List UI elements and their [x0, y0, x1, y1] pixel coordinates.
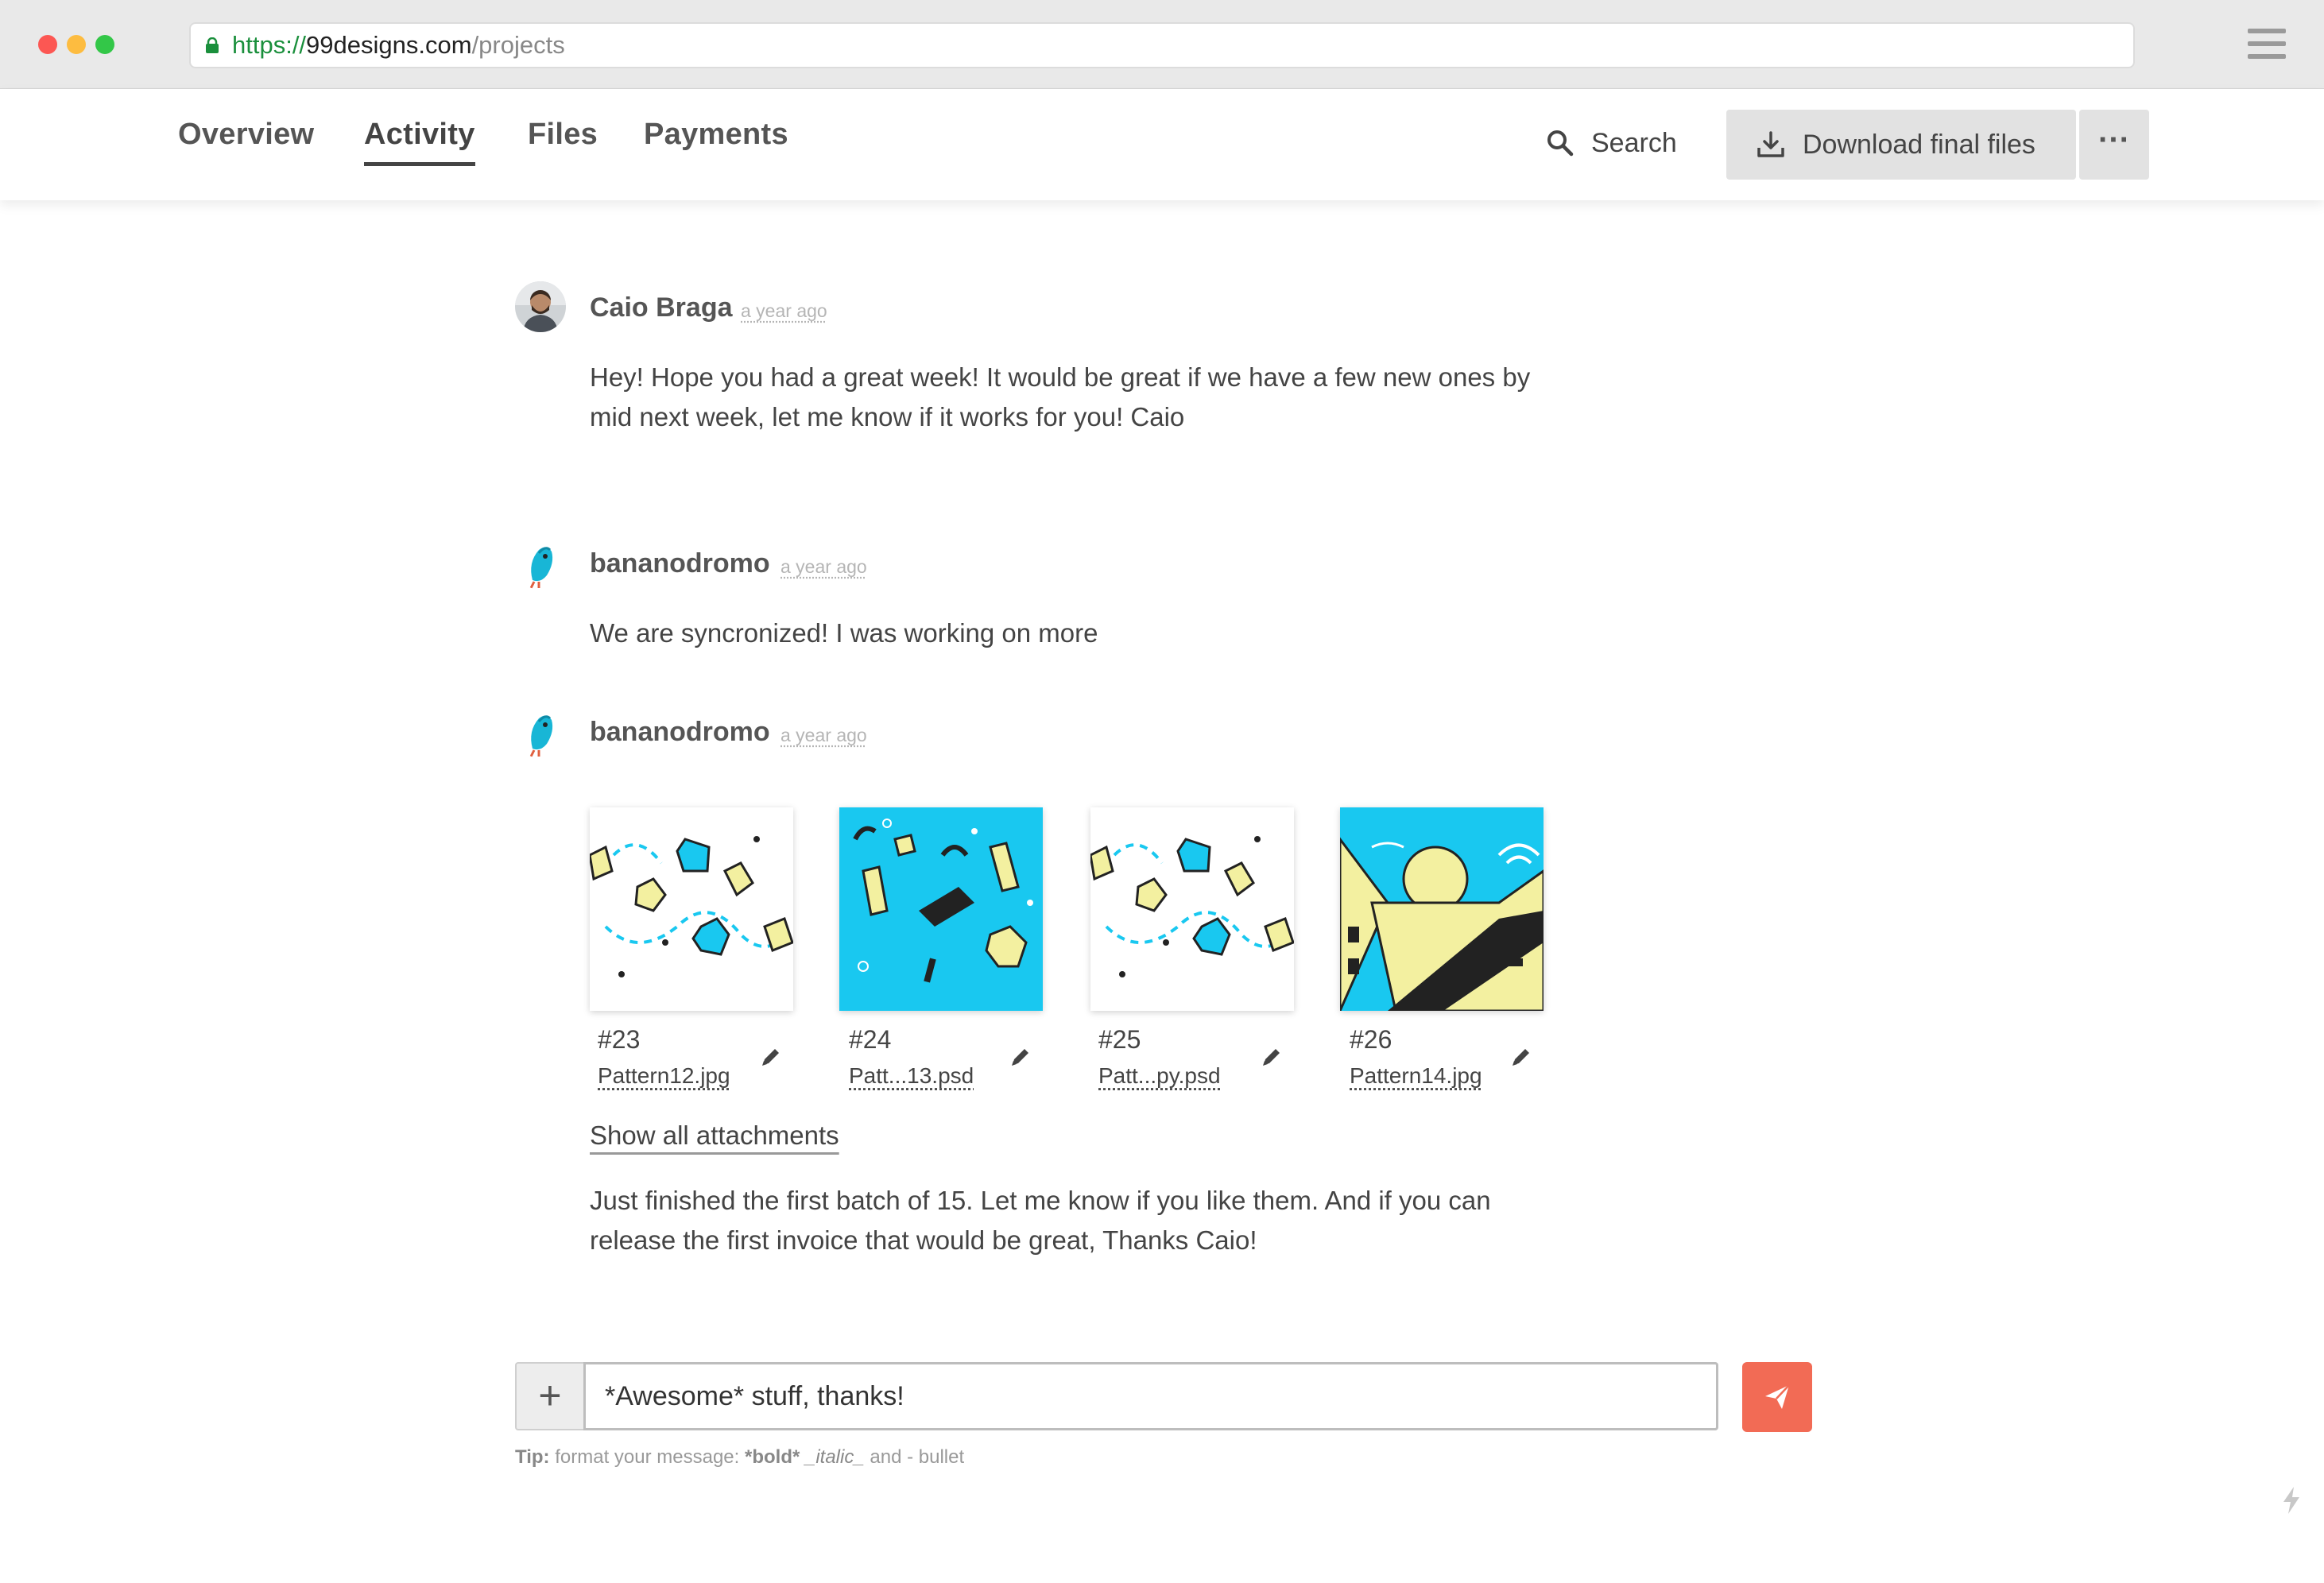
send-button[interactable]: [1742, 1362, 1812, 1432]
attachment-filename[interactable]: Patt...py.psd: [1098, 1063, 1221, 1089]
tip-text: format your message:: [549, 1446, 745, 1468]
attachment-thumbnail[interactable]: [1090, 807, 1294, 1011]
attachment-filename[interactable]: Patt...13.psd: [849, 1063, 974, 1089]
tip-italic-example: _italic_: [804, 1446, 865, 1468]
attachment-number: #24: [849, 1025, 892, 1054]
send-icon: [1765, 1384, 1790, 1409]
window-close-button[interactable]: [38, 35, 57, 54]
attachment-thumbnail[interactable]: [839, 807, 1043, 1011]
tab-files[interactable]: Files: [528, 118, 598, 152]
attachment-thumbnail[interactable]: [590, 807, 793, 1011]
bolt-icon[interactable]: [2281, 1486, 2302, 1515]
url-scheme: https://: [232, 31, 307, 59]
show-all-attachments-link[interactable]: Show all attachments: [590, 1120, 839, 1151]
search-label: Search: [1591, 128, 1677, 158]
message-text: Just finished the first batch of 15. Let…: [590, 1186, 1491, 1255]
attachment-number: #25: [1098, 1025, 1141, 1054]
formatting-tip: Tip: format your message: *bold* _italic…: [515, 1446, 964, 1469]
edit-icon[interactable]: [1510, 1046, 1532, 1068]
hamburger-icon[interactable]: [2248, 29, 2286, 60]
attachment-number: #23: [598, 1025, 641, 1054]
attachment-number: #26: [1350, 1025, 1392, 1054]
message-author[interactable]: bananodromo: [590, 717, 770, 748]
message-author[interactable]: Caio Braga: [590, 292, 733, 323]
plus-icon: +: [538, 1373, 562, 1418]
edit-icon[interactable]: [760, 1046, 782, 1068]
edit-icon[interactable]: [1261, 1046, 1283, 1068]
lock-icon: [206, 37, 219, 53]
address-bar[interactable]: https://99designs.com/projects: [189, 22, 2135, 68]
message-text: We are syncronized! I was working on mor…: [590, 618, 1098, 648]
message-timestamp[interactable]: a year ago: [741, 300, 827, 322]
tip-rest: and - bullet: [864, 1446, 965, 1468]
avatar-bananodromo[interactable]: [515, 707, 566, 758]
download-final-files-button[interactable]: Download final files: [1726, 110, 2076, 180]
edit-icon[interactable]: [1009, 1046, 1032, 1068]
message-author[interactable]: bananodromo: [590, 548, 770, 579]
project-nav: Overview Activity Files Payments Search …: [0, 89, 2324, 200]
tip-bold-example: *bold*: [744, 1446, 800, 1468]
browser-chrome: https://99designs.com/projects: [0, 0, 2324, 89]
add-attachment-button[interactable]: +: [515, 1362, 583, 1430]
window-maximize-button[interactable]: [95, 35, 114, 54]
more-options-button[interactable]: ···: [2079, 110, 2149, 180]
download-icon: [1757, 131, 1784, 157]
search-icon: [1547, 130, 1574, 157]
tab-activity[interactable]: Activity: [364, 118, 475, 166]
message-input[interactable]: [583, 1362, 1718, 1430]
window-minimize-button[interactable]: [67, 35, 86, 54]
tip-prefix: Tip:: [515, 1446, 550, 1468]
message-timestamp[interactable]: a year ago: [780, 556, 867, 578]
avatar-caio-braga[interactable]: [515, 281, 566, 332]
url-host: 99designs.com: [306, 31, 472, 59]
attachment-thumbnail[interactable]: [1340, 807, 1544, 1011]
tab-overview[interactable]: Overview: [178, 118, 314, 152]
message-text: Hey! Hope you had a great week! It would…: [590, 362, 1531, 432]
message-timestamp[interactable]: a year ago: [780, 725, 867, 746]
url-path: /projects: [471, 31, 565, 59]
download-label: Download final files: [1803, 130, 2035, 160]
attachment-filename[interactable]: Pattern14.jpg: [1350, 1063, 1482, 1089]
search-button[interactable]: Search: [1547, 126, 1677, 161]
more-icon: ···: [2098, 122, 2130, 157]
avatar-bananodromo[interactable]: [515, 539, 566, 590]
tab-payments[interactable]: Payments: [644, 118, 788, 152]
attachment-filename[interactable]: Pattern12.jpg: [598, 1063, 730, 1089]
